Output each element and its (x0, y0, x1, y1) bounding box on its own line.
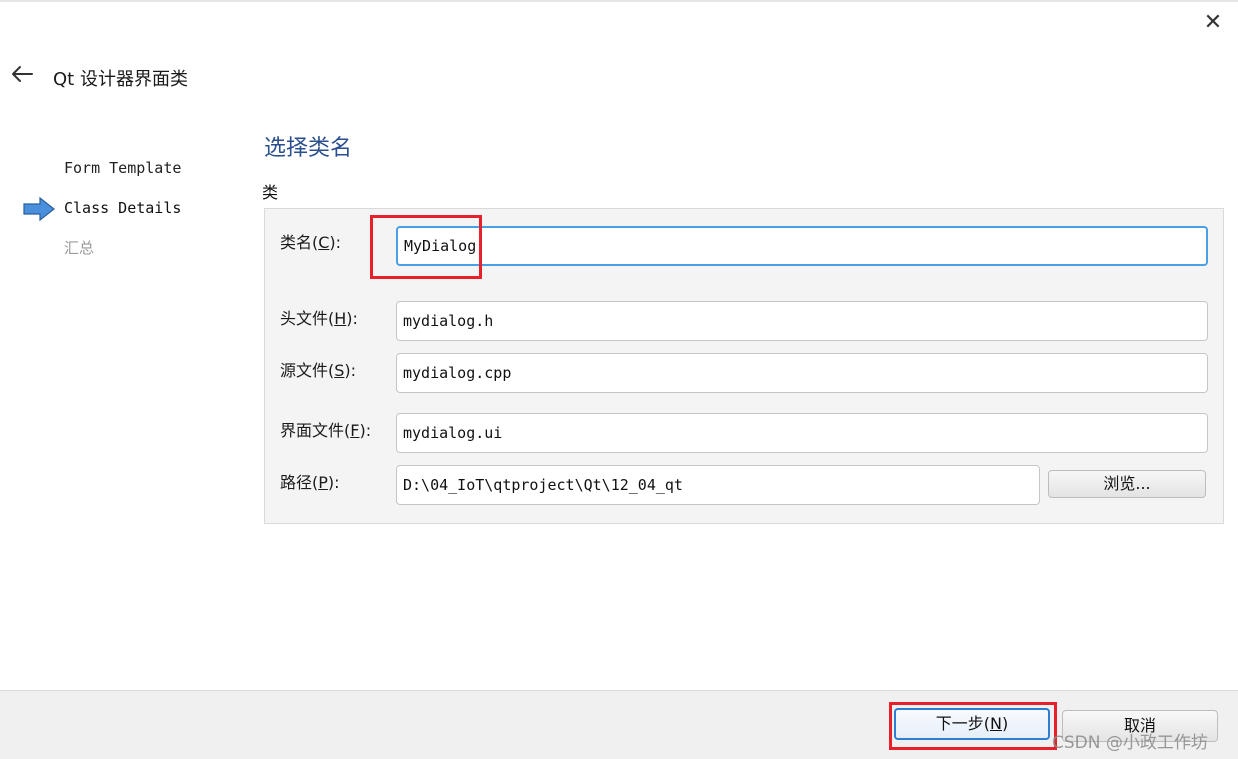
source-file-input[interactable]: mydialog.cpp (396, 353, 1208, 393)
step-label: Class Details (64, 199, 182, 217)
dialog-title: Qt 设计器界面类 (53, 69, 188, 90)
page-heading: 选择类名 (264, 136, 353, 161)
path-label: 路径(P): (280, 473, 340, 492)
step-class-details: Class Details (22, 195, 242, 235)
next-button[interactable]: 下一步(N) (894, 708, 1050, 740)
back-arrow-icon (12, 66, 33, 82)
window-top-border (0, 0, 1238, 2)
group-title: 类 (262, 183, 279, 202)
class-name-input[interactable]: MyDialog (396, 226, 1208, 266)
class-name-label: 类名(C): (280, 233, 342, 252)
close-button[interactable]: ✕ (1196, 8, 1230, 38)
step-form-template: Form Template (22, 155, 242, 195)
header-file-label: 头文件(H): (280, 309, 358, 328)
watermark-text: CSDN @小政工作坊 (1052, 733, 1208, 753)
step-summary: 汇总 (22, 235, 242, 275)
header-file-input[interactable]: mydialog.h (396, 301, 1208, 341)
step-label: 汇总 (64, 239, 95, 257)
form-file-input[interactable]: mydialog.ui (396, 413, 1208, 453)
current-step-arrow-icon (23, 196, 55, 222)
step-label: Form Template (64, 159, 182, 177)
close-icon: ✕ (1203, 10, 1223, 35)
path-input[interactable]: D:\04_IoT\qtproject\Qt\12_04_qt (396, 465, 1040, 505)
source-file-label: 源文件(S): (280, 361, 357, 380)
form-file-label: 界面文件(F): (280, 421, 372, 440)
browse-button[interactable]: 浏览... (1048, 470, 1206, 498)
wizard-steps: Form Template Class Details 汇总 (22, 155, 242, 275)
back-button[interactable] (8, 60, 36, 88)
